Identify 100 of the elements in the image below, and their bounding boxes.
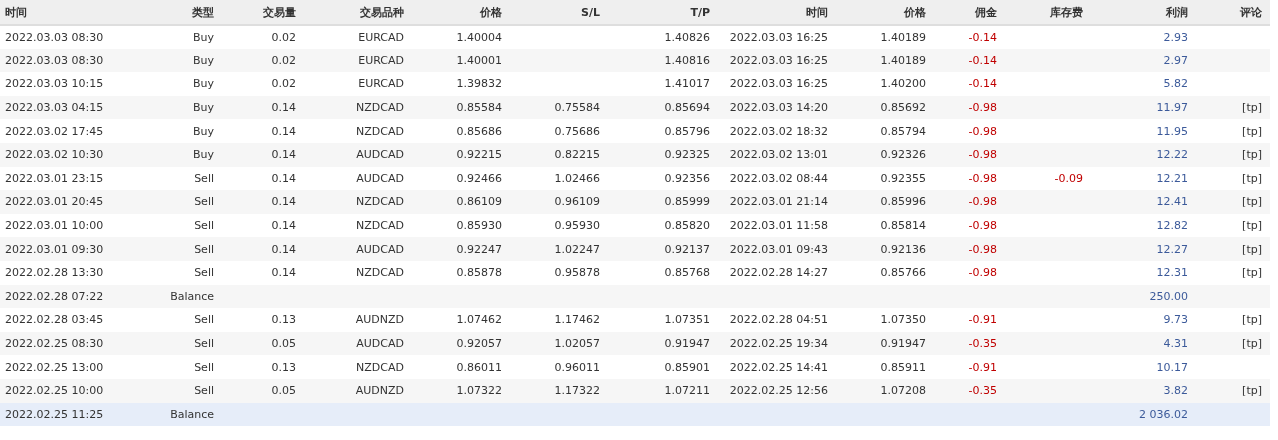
table-cell: -0.98 (926, 95, 997, 120)
table-cell: 0.85694 (600, 95, 710, 120)
table-row[interactable]: 2022.02.28 03:45 Sell 0.13 AUDNZD 1.07462 1.17462 1.07351 2022.02.28 04:51 1.07350 -0.91 9.73 [tp] (0, 308, 1270, 332)
table-row[interactable]: 2022.03.03 10:15 Buy 0.02 EURCAD 1.39832 1.41017 2022.03.03 16:25 1.40200 -0.14 5.82 (0, 72, 1270, 96)
table-cell: -0.14 (926, 48, 997, 73)
table-cell: 2022.03.03 08:30 (0, 25, 110, 49)
column-header[interactable]: 库存费 (997, 0, 1083, 25)
table-cell: 0.85794 (828, 119, 926, 143)
table-cell: 0.85814 (828, 213, 926, 238)
table-cell: 0.85911 (828, 355, 926, 379)
table-cell: -0.98 (926, 213, 997, 238)
table-cell: 2022.03.01 09:43 (710, 237, 828, 261)
table-cell: 0.91947 (600, 331, 710, 356)
table-cell: 2022.03.03 16:25 (710, 25, 828, 49)
table-cell: 9.73 (1083, 308, 1188, 332)
table-cell: AUDCAD (296, 142, 404, 167)
table-cell: Sell (110, 308, 214, 332)
table-row[interactable]: 2022.03.02 10:30 Buy 0.14 AUDCAD 0.92215 0.82215 0.92325 2022.03.02 13:01 0.92326 -0.98 12.22 [tp] (0, 142, 1270, 167)
column-header[interactable]: 价格 (404, 0, 502, 25)
table-cell: 2.93 (1083, 25, 1188, 49)
table-cell: [tp] (1188, 308, 1270, 332)
column-header[interactable]: 类型 (110, 0, 214, 25)
table-cell: 2022.03.03 16:25 (710, 72, 828, 96)
table-cell: 2022.03.02 08:44 (710, 166, 828, 191)
table-cell: 1.02247 (502, 237, 600, 261)
table-cell: 2022.03.01 11:58 (710, 213, 828, 238)
table-cell: 2022.02.25 08:30 (0, 331, 110, 356)
table-row[interactable]: 2022.03.03 08:30 Buy 0.02 EURCAD 1.40004 1.40826 2022.03.03 16:25 1.40189 -0.14 2.93 (0, 25, 1270, 49)
table-cell: 0.05 (214, 378, 296, 403)
column-header[interactable]: 交易品种 (296, 0, 404, 25)
table-cell: -0.98 (926, 142, 997, 167)
table-cell: 1.17322 (502, 378, 600, 403)
column-header[interactable]: 佣金 (926, 0, 997, 25)
table-row[interactable]: 2022.02.25 13:00 Sell 0.13 NZDCAD 0.86011 0.96011 0.85901 2022.02.25 14:41 0.85911 -0.91 10.17 (0, 355, 1270, 379)
table-cell: AUDCAD (296, 166, 404, 191)
column-header[interactable]: 价格 (828, 0, 926, 25)
table-cell: 0.85796 (600, 119, 710, 143)
table-row[interactable]: 2022.03.01 20:45 Sell 0.14 NZDCAD 0.86109 0.96109 0.85999 2022.03.01 21:14 0.85996 -0.98 12.41 [tp] (0, 190, 1270, 214)
table-row[interactable]: 2022.03.01 10:00 Sell 0.14 NZDCAD 0.85930 0.95930 0.85820 2022.03.01 11:58 0.85814 -0.98 12.82 [tp] (0, 213, 1270, 238)
table-cell: 0.13 (214, 308, 296, 332)
table-cell: 2022.03.03 16:25 (710, 48, 828, 73)
table-cell: 0.96011 (502, 355, 600, 379)
table-cell: 1.07350 (828, 308, 926, 332)
table-row[interactable]: 2022.02.25 10:00 Sell 0.05 AUDNZD 1.07322 1.17322 1.07211 2022.02.25 12:56 1.07208 -0.35 3.82 [tp] (0, 378, 1270, 403)
table-cell: 12.41 (1083, 190, 1188, 214)
table-cell: 250.00 (1083, 284, 1188, 309)
table-cell: 2.97 (1083, 48, 1188, 73)
table-cell: [tp] (1188, 142, 1270, 167)
table-cell: 2022.03.01 09:30 (0, 237, 110, 261)
table-cell: Sell (110, 166, 214, 191)
table-row[interactable]: 2022.02.25 08:30 Sell 0.05 AUDCAD 0.92057 1.02057 0.91947 2022.02.25 19:34 0.91947 -0.35 4.31 [tp] (0, 331, 1270, 356)
table-cell: 0.92215 (404, 142, 502, 167)
table-row[interactable]: 2022.03.03 04:15 Buy 0.14 NZDCAD 0.85584 0.75584 0.85694 2022.03.03 14:20 0.85692 -0.98 11.97 [tp] (0, 95, 1270, 120)
table-cell: 0.92136 (828, 237, 926, 261)
table-cell: AUDNZD (296, 378, 404, 403)
column-header[interactable]: 时间 (0, 0, 110, 25)
table-cell: 0.14 (214, 95, 296, 120)
table-cell: NZDCAD (296, 355, 404, 379)
table-cell: 1.40826 (600, 25, 710, 49)
table-cell: 0.92356 (600, 166, 710, 191)
table-cell: 1.40189 (828, 25, 926, 49)
table-cell: [tp] (1188, 119, 1270, 143)
table-cell: 1.17462 (502, 308, 600, 332)
table-row[interactable]: 2022.03.01 23:15 Sell 0.14 AUDCAD 0.92466 1.02466 0.92356 2022.03.02 08:44 0.92355 -0.98 -0.09 12.21 [tp] (0, 166, 1270, 191)
table-row[interactable]: 2022.02.28 13:30 Sell 0.14 NZDCAD 0.85878 0.95878 0.85768 2022.02.28 14:27 0.85766 -0.98 12.31 [tp] (0, 260, 1270, 285)
column-header[interactable]: S/L (502, 0, 600, 25)
table-cell: 2022.03.01 20:45 (0, 190, 110, 214)
table-cell: 0.14 (214, 166, 296, 191)
table-row[interactable]: 2022.02.28 07:22 Balance 250.00 (0, 284, 1270, 309)
table-cell: 0.92057 (404, 331, 502, 356)
table-cell: 2022.03.02 18:32 (710, 119, 828, 143)
table-cell: -0.91 (926, 355, 997, 379)
column-header[interactable]: 评论 (1188, 0, 1270, 25)
table-row[interactable]: 2022.03.01 09:30 Sell 0.14 AUDCAD 0.92247 1.02247 0.92137 2022.03.01 09:43 0.92136 -0.98 12.27 [tp] (0, 237, 1270, 261)
table-cell: 1.40189 (828, 48, 926, 73)
table-cell: 12.27 (1083, 237, 1188, 261)
table-cell: 0.86109 (404, 190, 502, 214)
table-cell: 2022.02.28 14:27 (710, 260, 828, 285)
table-cell: 0.92466 (404, 166, 502, 191)
column-header[interactable]: T/P (600, 0, 710, 25)
table-cell: 2022.03.01 21:14 (710, 190, 828, 214)
table-cell: 0.14 (214, 190, 296, 214)
column-header[interactable]: 利润 (1083, 0, 1188, 25)
table-cell: 2022.02.25 19:34 (710, 331, 828, 356)
table-cell: 1.07211 (600, 378, 710, 403)
table-cell: NZDCAD (296, 95, 404, 120)
column-header[interactable]: 时间 (710, 0, 828, 25)
table-row[interactable]: 2022.03.02 17:45 Buy 0.14 NZDCAD 0.85686 0.75686 0.85796 2022.03.02 18:32 0.85794 -0.98 11.95 [tp] (0, 119, 1270, 143)
table-cell: [tp] (1188, 95, 1270, 120)
table-cell: 2022.02.28 03:45 (0, 308, 110, 332)
table-cell: [tp] (1188, 378, 1270, 403)
table-row[interactable]: 2022.03.03 08:30 Buy 0.02 EURCAD 1.40001 1.40816 2022.03.03 16:25 1.40189 -0.14 2.97 (0, 48, 1270, 73)
table-cell: 2022.03.01 10:00 (0, 213, 110, 238)
table-cell: -0.98 (926, 190, 997, 214)
table-cell: 0.85930 (404, 213, 502, 238)
table-cell: AUDCAD (296, 237, 404, 261)
column-header[interactable]: 交易量 (214, 0, 296, 25)
table-cell: [tp] (1188, 213, 1270, 238)
table-cell: EURCAD (296, 48, 404, 73)
table-cell: NZDCAD (296, 190, 404, 214)
